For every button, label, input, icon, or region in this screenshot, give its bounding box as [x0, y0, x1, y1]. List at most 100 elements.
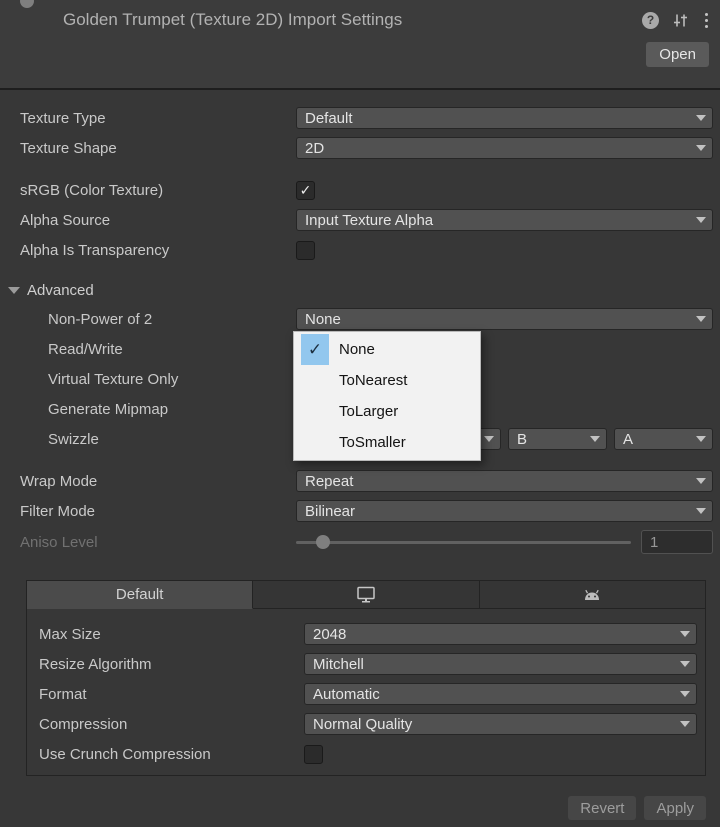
alpha-is-transparency-label: Alpha Is Transparency — [0, 242, 296, 259]
resize-algorithm-dropdown[interactable]: Mitchell — [304, 653, 697, 675]
help-icon[interactable]: ? — [642, 12, 659, 29]
chevron-down-icon — [696, 115, 706, 121]
compression-value: Normal Quality — [313, 716, 412, 733]
resize-algorithm-value: Mitchell — [313, 656, 364, 673]
read-write-label: Read/Write — [0, 341, 296, 358]
max-size-dropdown[interactable]: 2048 — [304, 623, 697, 645]
non-power-of-2-value: None — [305, 311, 341, 328]
aniso-slider-thumb[interactable] — [316, 535, 330, 549]
page-title: Golden Trumpet (Texture 2D) Import Setti… — [63, 10, 402, 30]
compression-row: Compression Normal Quality — [27, 713, 697, 735]
inspector-header: Golden Trumpet (Texture 2D) Import Setti… — [0, 0, 720, 90]
compression-dropdown[interactable]: Normal Quality — [304, 713, 697, 735]
wrap-mode-label: Wrap Mode — [0, 473, 296, 490]
monitor-icon — [356, 586, 376, 603]
use-crunch-label: Use Crunch Compression — [27, 746, 304, 763]
revert-button[interactable]: Revert — [568, 796, 636, 820]
texture-shape-label: Texture Shape — [0, 140, 296, 157]
swizzle-b-value: B — [517, 431, 527, 448]
tab-standalone[interactable] — [253, 581, 479, 609]
android-icon — [581, 588, 603, 601]
aniso-slider[interactable] — [296, 541, 631, 544]
alpha-source-label: Alpha Source — [0, 212, 296, 229]
non-power-of-2-popup-menu: ✓ None ToNearest ToLarger ToSmaller — [293, 331, 481, 461]
apply-button[interactable]: Apply — [644, 796, 706, 820]
format-value: Automatic — [313, 686, 380, 703]
swizzle-a-dropdown[interactable]: A — [614, 428, 713, 450]
texture-shape-value: 2D — [305, 140, 324, 157]
foldout-triangle-icon — [8, 287, 20, 294]
alpha-source-dropdown[interactable]: Input Texture Alpha — [296, 209, 713, 231]
advanced-label: Advanced — [27, 282, 94, 299]
srgb-row: sRGB (Color Texture) — [0, 179, 713, 201]
texture-type-value: Default — [305, 110, 353, 127]
checkmark-icon: ✓ — [301, 334, 329, 365]
texture-type-row: Texture Type Default — [0, 107, 713, 129]
use-crunch-row: Use Crunch Compression — [27, 743, 697, 765]
texture-shape-row: Texture Shape 2D — [0, 137, 713, 159]
chevron-down-icon — [680, 661, 690, 667]
menu-item-tolarger[interactable]: ToLarger — [294, 396, 480, 427]
chevron-down-icon — [680, 631, 690, 637]
max-size-value: 2048 — [313, 626, 346, 643]
use-crunch-checkbox[interactable] — [304, 745, 323, 764]
chevron-down-icon — [696, 436, 706, 442]
chevron-down-icon — [696, 316, 706, 322]
swizzle-a-value: A — [623, 431, 633, 448]
presets-icon[interactable] — [672, 12, 689, 29]
chevron-down-icon — [680, 721, 690, 727]
chevron-down-icon — [484, 436, 494, 442]
tab-default[interactable]: Default — [27, 581, 253, 609]
alpha-is-transparency-checkbox[interactable] — [296, 241, 315, 260]
platform-tabs: Default — [27, 581, 705, 609]
chevron-down-icon — [696, 145, 706, 151]
non-power-of-2-label: Non-Power of 2 — [0, 311, 296, 328]
compression-label: Compression — [27, 716, 304, 733]
texture-thumbnail — [20, 0, 34, 8]
resize-algorithm-row: Resize Algorithm Mitchell — [27, 653, 697, 675]
virtual-texture-only-label: Virtual Texture Only — [0, 371, 296, 388]
texture-shape-dropdown[interactable]: 2D — [296, 137, 713, 159]
platform-settings-box: Default Max Size — [26, 580, 706, 776]
filter-mode-row: Filter Mode Bilinear — [0, 500, 713, 522]
advanced-foldout[interactable]: Advanced — [0, 281, 713, 299]
srgb-checkbox[interactable] — [296, 181, 315, 200]
non-power-of-2-row: Non-Power of 2 None — [0, 308, 713, 330]
format-label: Format — [27, 686, 304, 703]
menu-item-tosmaller[interactable]: ToSmaller — [294, 427, 480, 458]
open-button[interactable]: Open — [646, 42, 709, 67]
alpha-source-row: Alpha Source Input Texture Alpha — [0, 209, 713, 231]
alpha-source-value: Input Texture Alpha — [305, 212, 433, 229]
filter-mode-dropdown[interactable]: Bilinear — [296, 500, 713, 522]
format-row: Format Automatic — [27, 683, 697, 705]
texture-type-label: Texture Type — [0, 110, 296, 127]
srgb-label: sRGB (Color Texture) — [0, 182, 296, 199]
chevron-down-icon — [696, 478, 706, 484]
kebab-menu-icon[interactable] — [702, 13, 711, 28]
generate-mipmap-label: Generate Mipmap — [0, 401, 296, 418]
chevron-down-icon — [680, 691, 690, 697]
chevron-down-icon — [696, 217, 706, 223]
alpha-is-transparency-row: Alpha Is Transparency — [0, 239, 713, 261]
filter-mode-value: Bilinear — [305, 503, 355, 520]
texture-type-dropdown[interactable]: Default — [296, 107, 713, 129]
resize-algorithm-label: Resize Algorithm — [27, 656, 304, 673]
menu-item-tonearest[interactable]: ToNearest — [294, 365, 480, 396]
wrap-mode-dropdown[interactable]: Repeat — [296, 470, 713, 492]
apply-revert-bar: Revert Apply — [0, 796, 706, 820]
max-size-row: Max Size 2048 — [27, 623, 697, 645]
non-power-of-2-dropdown[interactable]: None — [296, 308, 713, 330]
swizzle-b-dropdown[interactable]: B — [508, 428, 607, 450]
chevron-down-icon — [696, 508, 706, 514]
aniso-value-field[interactable]: 1 — [641, 530, 713, 554]
format-dropdown[interactable]: Automatic — [304, 683, 697, 705]
chevron-down-icon — [590, 436, 600, 442]
filter-mode-label: Filter Mode — [0, 503, 296, 520]
swizzle-label: Swizzle — [0, 431, 296, 448]
max-size-label: Max Size — [27, 626, 304, 643]
wrap-mode-row: Wrap Mode Repeat — [0, 470, 713, 492]
menu-item-none[interactable]: ✓ None — [294, 334, 480, 365]
aniso-level-label: Aniso Level — [0, 534, 296, 551]
aniso-level-row: Aniso Level 1 — [0, 530, 713, 554]
tab-android[interactable] — [480, 581, 705, 609]
